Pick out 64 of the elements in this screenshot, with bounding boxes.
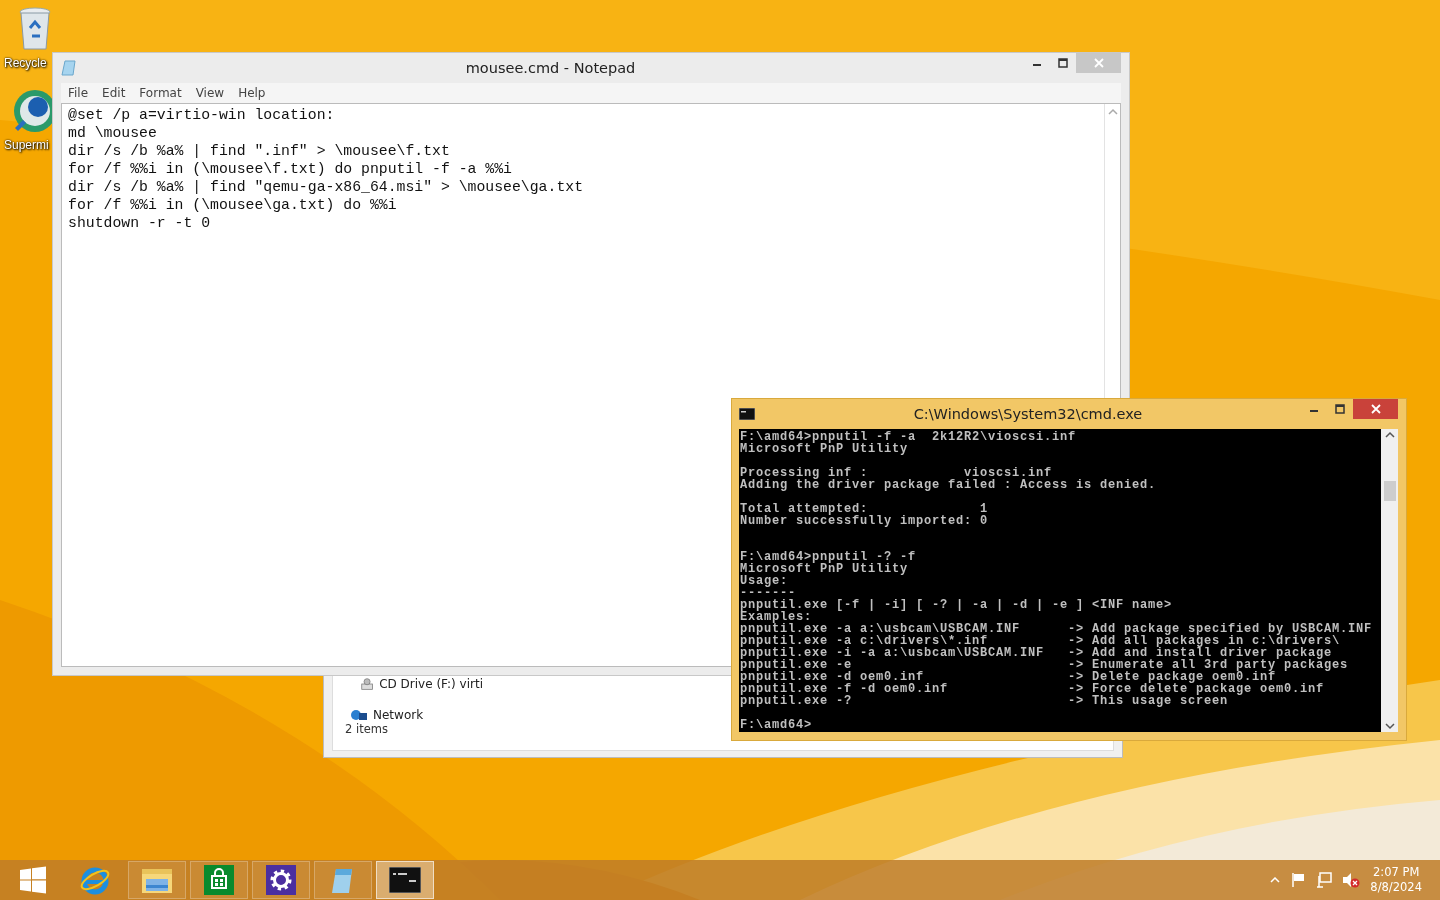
code-line: md \mousee [68,124,158,142]
clock-time: 2:07 PM [1373,865,1420,880]
status-text: 2 items [345,722,388,736]
nav-item[interactable]: CD Drive (F:) virti [333,676,483,692]
clock-date: 8/8/2024 [1370,880,1422,895]
console-line: Examples: [740,611,812,623]
console-line: Usage: [740,575,789,587]
drive-icon [361,676,374,692]
settings-icon [266,865,296,895]
menu-item[interactable]: View [188,86,232,100]
scroll-down-icon [1384,722,1395,730]
window-title: C:\Windows\System32\cmd.exe [912,406,1144,422]
network-icon [351,709,367,721]
console-line: pnputil.exe [-f | -i] [ -? | -a | -d | -e ] <INF name> [740,599,1174,611]
menu-item[interactable]: File [61,86,96,100]
code-line: dir /s /b %a% | find ".inf" > \mousee\f.txt [68,142,451,160]
code-line: @set /p a=virtio-win location: [68,106,336,124]
console-line: pnputil.exe -f -d oem0.inf -> Force delete package oem0.inf [740,683,1326,695]
chevron-up-icon[interactable] [1270,877,1281,883]
network-icon[interactable] [1316,872,1333,888]
notepad-icon [61,60,77,76]
menu-item[interactable]: Edit [95,86,133,100]
windows-logo-icon [19,866,47,894]
window-title: mousee.cmd - Notepad [464,60,637,76]
console-line: Microsoft PnP Utility [740,443,910,455]
maximize-icon [1335,404,1345,414]
taskbar-button[interactable] [252,861,310,899]
console-line: pnputil.exe -? -> This usage screen [740,695,1229,707]
taskbar-button[interactable] [376,861,434,899]
scroll-up-icon[interactable] [1107,108,1118,116]
recycle-bin-icon [18,6,52,52]
scroll-up-icon [1384,431,1395,439]
close-icon [1093,58,1104,68]
console-line: Total attempted: 1 [740,503,990,515]
close-button[interactable] [1353,399,1398,419]
maximize-icon [1058,58,1068,68]
console-line: Adding the driver package failed : Access is denied. [740,479,1158,491]
close-icon [1370,404,1381,414]
scrollbar[interactable] [1381,429,1398,732]
console-line: Number successfully imported: 0 [740,515,990,527]
console-line: Processing inf : vioscsi.inf [740,467,1053,479]
console-line: F:\amd64>pnputil -? -f [740,551,918,563]
console-line: ------- [740,587,796,599]
console-icon [739,408,755,420]
console-line: pnputil.exe -a c:\drivers\*.inf -> Add all packages in c:\drivers\ [740,635,1342,647]
shopping-bag-icon [204,865,234,895]
code-line: shutdown -r -t 0 [68,214,212,232]
console-line: Microsoft PnP Utility [740,563,910,575]
menu-item[interactable]: Help [231,86,273,100]
console-line: F:\amd64> [740,719,813,731]
muted-speaker-icon[interactable] [1342,872,1361,888]
console-line: pnputil.exe -i -a a:\usbcam\USBCAM.INF -> Add and install driver package [740,647,1333,659]
code-line: dir /s /b %a% | find "qemu-ga-x86_64.msi" > \mousee\ga.txt [68,178,584,196]
console-line: pnputil.exe -d oem0.inf -> Delete package oem0.inf [740,671,1277,683]
code-line: for /f %%i in (\mousee\ga.txt) do %%i [68,196,398,214]
code-line: for /f %%i in (\mousee\f.txt) do pnputil -f -a %%i [68,160,513,178]
console-line: F:\amd64>pnputil -f -a 2k12R2\vioscsi.inf [740,431,1078,443]
menu-item[interactable]: Format [132,86,189,100]
console-line: pnputil.exe -e -> Enumerate all 3rd party packages [740,659,1350,671]
console-line: pnputil.exe -a a:\usbcam\USBCAM.INF -> Add package specified by USBCAM.INF [740,623,1374,635]
console-icon [389,867,421,893]
flag-icon[interactable] [1290,872,1307,888]
nav-item[interactable]: Network [333,708,483,722]
scroll-thumb[interactable] [1383,480,1396,501]
